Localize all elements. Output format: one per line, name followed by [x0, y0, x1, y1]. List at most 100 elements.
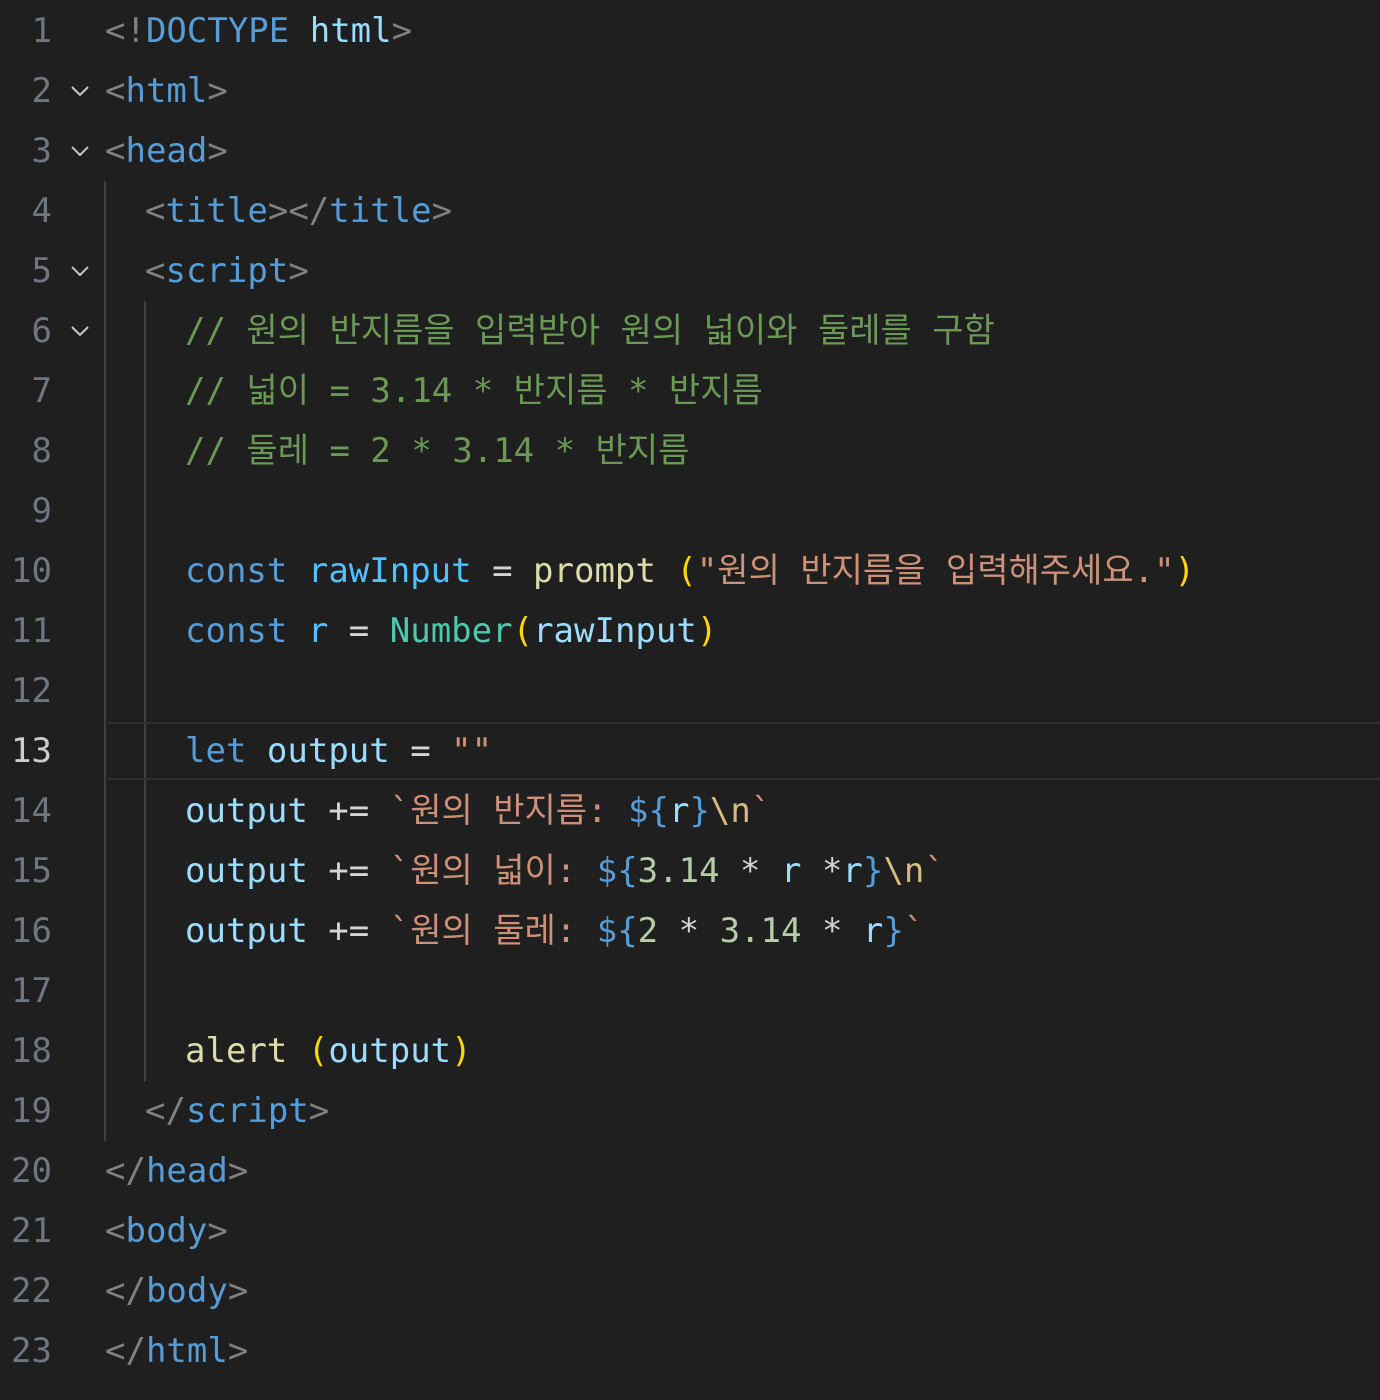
code-line[interactable]: 5 <script> [0, 241, 1380, 301]
code-token: body [125, 1211, 208, 1251]
line-number: 8 [31, 431, 52, 471]
code-token: "원의 반지름을 입력해주세요." [696, 551, 1175, 591]
code-text: <script> [145, 241, 309, 301]
code-token: "" [451, 731, 493, 771]
code-line[interactable]: 2 <html> [0, 61, 1380, 121]
code-token: output [266, 731, 390, 771]
line-number: 18 [11, 1031, 52, 1071]
code-line[interactable]: 7 // 넓이 = 3.14 * 반지름 * 반지름 [0, 361, 1380, 421]
line-number: 6 [31, 311, 52, 351]
code-token: ${ [628, 791, 669, 831]
code-line[interactable]: 15 output += `원의 넓이: ${3.14 * r *r}\n` [0, 841, 1380, 901]
code-line[interactable]: 1 <!DOCTYPE html> [0, 1, 1380, 61]
code-token: output [185, 791, 308, 831]
code-token: * [801, 851, 843, 891]
code-token: r [842, 851, 863, 891]
line-number: 1 [31, 11, 52, 51]
code-token: alert [185, 1031, 288, 1071]
code-token: > [207, 1211, 228, 1251]
chevron-down-icon[interactable] [66, 318, 94, 344]
code-line[interactable]: 11 const r = Number(rawInput) [0, 601, 1380, 661]
code-text: // 원의 반지름을 입력받아 원의 넓이와 둘레를 구함 [185, 301, 995, 361]
code-token: ) [696, 611, 718, 651]
code-text: output += `원의 반지름: ${r}\n` [185, 781, 771, 841]
code-line[interactable]: 21 <body> [0, 1201, 1380, 1261]
code-token: r [862, 911, 884, 951]
code-text: alert (output) [185, 1021, 472, 1081]
code-line[interactable]: 12 [0, 661, 1380, 721]
line-number: 11 [11, 611, 52, 651]
line-number: 16 [11, 911, 52, 951]
code-token: } [862, 851, 884, 891]
code-line[interactable]: 14 output += `원의 반지름: ${r}\n` [0, 781, 1380, 841]
code-token: <! [105, 11, 146, 51]
code-token: = [328, 611, 390, 651]
chevron-down-icon[interactable] [66, 78, 94, 104]
code-token: head [145, 1151, 228, 1191]
code-token: script [165, 251, 289, 291]
code-line[interactable]: 4 <title></title> [0, 181, 1380, 241]
line-number: 7 [31, 371, 52, 411]
code-token: `원의 반지름: [389, 791, 628, 831]
code-line[interactable]: 13 let output = "" [0, 721, 1380, 781]
code-token: const [185, 551, 288, 591]
code-token: < [105, 131, 126, 171]
code-text: output += `원의 넓이: ${3.14 * r *r}\n` [185, 841, 945, 901]
code-token: </ [145, 1091, 186, 1131]
code-token: * [719, 851, 781, 891]
code-line[interactable]: 6 // 원의 반지름을 입력받아 원의 넓이와 둘레를 구함 [0, 301, 1380, 361]
code-token: title [165, 191, 268, 231]
code-token: r [780, 851, 802, 891]
code-token: body [145, 1271, 228, 1311]
code-line[interactable]: 8 // 둘레 = 2 * 3.14 * 반지름 [0, 421, 1380, 481]
code-text: </html> [105, 1321, 248, 1381]
code-text: const rawInput = prompt ("원의 반지름을 입력해주세요… [185, 541, 1195, 601]
code-text: </head> [105, 1141, 248, 1201]
line-number: 23 [11, 1331, 52, 1371]
code-token: = [389, 731, 452, 771]
code-token: > [227, 1331, 249, 1371]
code-token: output [328, 1031, 452, 1071]
code-token: \n [883, 851, 925, 891]
chevron-down-icon[interactable] [66, 138, 94, 164]
code-line[interactable]: 19 </script> [0, 1081, 1380, 1141]
code-token: > [207, 131, 228, 171]
line-number: 20 [11, 1151, 52, 1191]
code-line[interactable]: 18 alert (output) [0, 1021, 1380, 1081]
code-token: ( [512, 611, 534, 651]
code-token: r [307, 611, 329, 651]
code-text: <body> [105, 1201, 228, 1261]
code-line[interactable]: 3 <head> [0, 121, 1380, 181]
line-number: 12 [11, 671, 52, 711]
code-token: let [185, 731, 247, 771]
chevron-down-icon[interactable] [66, 258, 94, 284]
code-token: ` [750, 791, 772, 831]
code-token: > [391, 11, 413, 51]
code-token: </ [105, 1151, 146, 1191]
code-text: <head> [105, 121, 228, 181]
code-token: output [185, 851, 308, 891]
code-text: let output = "" [185, 721, 492, 781]
code-token: * [658, 911, 720, 951]
code-line[interactable]: 22 </body> [0, 1261, 1380, 1321]
code-line[interactable]: 10 const rawInput = prompt ("원의 반지름을 입력해주… [0, 541, 1380, 601]
code-line[interactable]: 20 </head> [0, 1141, 1380, 1201]
code-token: \n [709, 791, 751, 831]
code-line[interactable]: 16 output += `원의 둘레: ${2 * 3.14 * r}` [0, 901, 1380, 961]
code-token: < [105, 1211, 126, 1251]
code-line[interactable]: 9 [0, 481, 1380, 541]
code-token: += [307, 791, 390, 831]
code-line[interactable]: 17 [0, 961, 1380, 1021]
code-line[interactable]: 23 </html> [0, 1321, 1380, 1381]
code-token: 2 [637, 911, 659, 951]
code-token: ` [903, 911, 925, 951]
code-token: head [125, 131, 208, 171]
code-token: ) [451, 1031, 472, 1071]
code-token: rawInput [307, 551, 472, 591]
code-token: += [307, 851, 390, 891]
code-editor[interactable]: 1 <!DOCTYPE html> 2 <html> 3 <head> 4 <title></… [0, 0, 1380, 1400]
code-token: script [185, 1091, 309, 1131]
line-number: 22 [11, 1271, 52, 1311]
